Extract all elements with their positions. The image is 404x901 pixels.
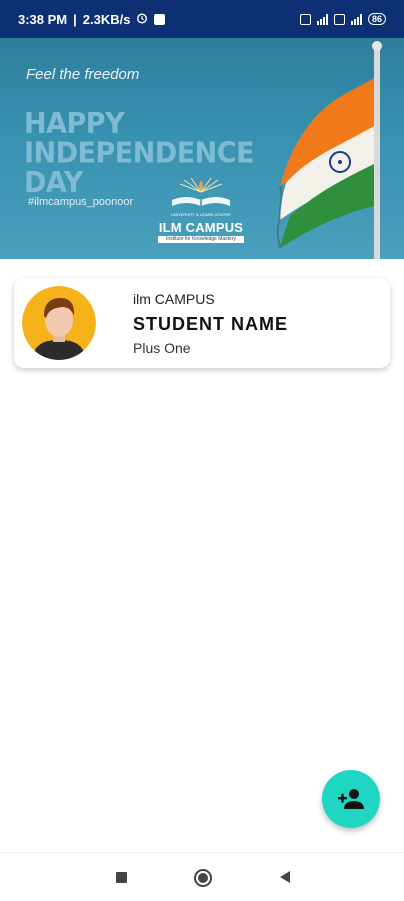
system-nav-bar (0, 852, 404, 901)
circle-icon (194, 869, 212, 887)
sim2-icon (333, 13, 345, 25)
org-name: ilm CAMPUS (133, 291, 215, 307)
status-time: 3:38 PM (18, 11, 68, 27)
banner-tagline: Feel the freedom (26, 66, 140, 83)
add-student-button[interactable] (322, 770, 380, 828)
status-divider: | (73, 11, 77, 27)
signal2-icon (350, 13, 362, 25)
status-bar: 3:38 PM | 2.3KB/s 86 (0, 0, 404, 38)
avatar (22, 286, 96, 360)
home-button[interactable] (193, 868, 212, 887)
student-class: Plus One (133, 340, 191, 356)
square-icon (116, 872, 127, 883)
battery-icon: 86 (367, 13, 386, 25)
alarm-icon (136, 12, 148, 27)
logo-subtitle: Institute for Knowledge Mastery (158, 236, 244, 243)
student-name: STUDENT NAME (133, 314, 288, 334)
student-profile-card[interactable]: ilm CAMPUS STUDENT NAME Plus One (14, 278, 390, 368)
headline-line-2: INDEPENDENCE (24, 137, 255, 170)
banner-hashtag: #ilmcampus_poonoor (28, 196, 134, 208)
sim-icon (299, 13, 311, 25)
status-speed: 2.3KB/s (82, 11, 131, 27)
logo-title: ILM CAMPUS (158, 220, 244, 235)
independence-day-banner: Feel the freedom HAPPY INDEPENDENCE DAY … (0, 38, 404, 259)
status-bar-left: 3:38 PM | 2.3KB/s (18, 11, 166, 27)
ilm-campus-logo: UNIVERSITY & LEARN CENTRE ILM CAMPUS Ins… (156, 176, 246, 256)
add-person-icon (338, 789, 364, 809)
student-avatar-icon (22, 286, 96, 360)
headline-line-1: HAPPY (24, 107, 125, 141)
signal-icon (316, 13, 328, 25)
indian-flag-image (276, 41, 382, 259)
notification-icon (154, 13, 166, 25)
status-bar-right: 86 (299, 13, 386, 25)
recents-button[interactable] (112, 868, 130, 886)
triangle-back-icon (280, 871, 290, 883)
book-flame-icon: UNIVERSITY & LEARN CENTRE (171, 177, 231, 217)
back-button[interactable] (276, 868, 294, 886)
logo-top-caption: UNIVERSITY & LEARN CENTRE (171, 212, 231, 217)
